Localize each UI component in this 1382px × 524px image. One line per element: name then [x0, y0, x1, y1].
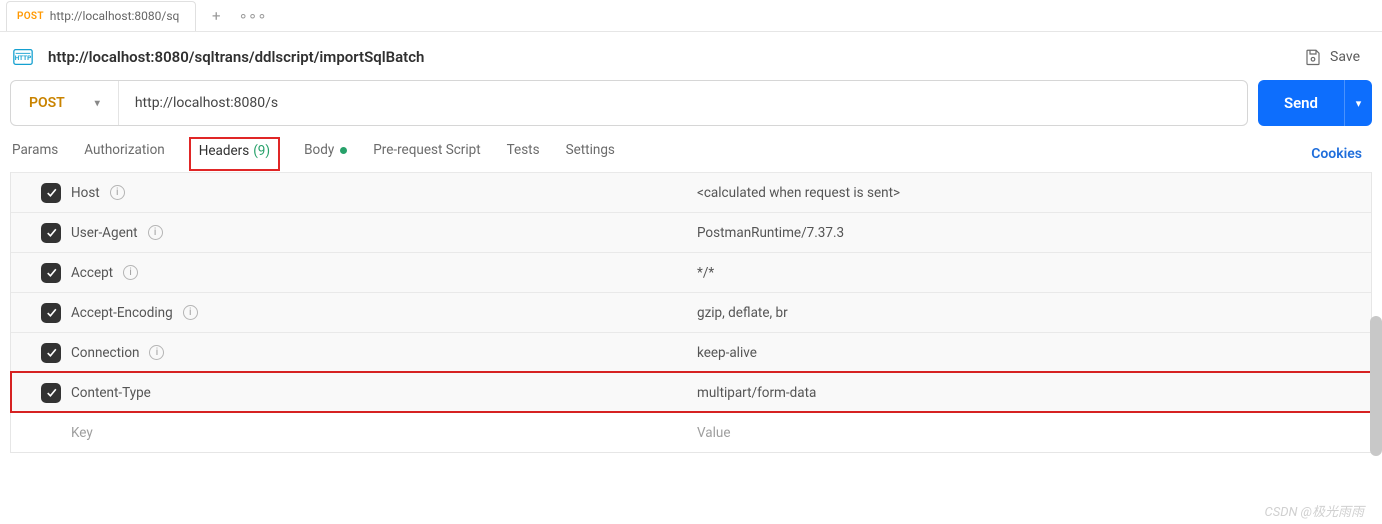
row-checkbox[interactable]	[41, 183, 61, 203]
header-key-label: Accept	[71, 265, 113, 281]
header-value-cell[interactable]: <calculated when request is sent>	[685, 185, 1371, 201]
tab-strip: POST http://localhost:8080/sq + ∘∘∘	[0, 0, 1382, 32]
request-tab[interactable]: POST http://localhost:8080/sq	[6, 1, 196, 31]
row-check-cell	[11, 183, 65, 203]
method-select[interactable]: POST ▾	[11, 81, 119, 125]
header-key-label: Content-Type	[71, 385, 151, 401]
page-title: http://localhost:8080/sqltrans/ddlscript…	[48, 48, 424, 66]
header-value-cell[interactable]: keep-alive	[685, 345, 1371, 361]
title-bar: HTTP http://localhost:8080/sqltrans/ddls…	[0, 32, 1382, 78]
header-value-cell[interactable]: gzip, deflate, br	[685, 305, 1371, 321]
header-key-cell[interactable]: Hosti	[65, 185, 685, 201]
header-value-label: gzip, deflate, br	[697, 305, 788, 321]
chevron-down-icon: ▾	[1356, 97, 1362, 110]
row-checkbox[interactable]	[41, 303, 61, 323]
info-icon[interactable]: i	[149, 345, 164, 360]
table-row[interactable]: Accepti */*	[11, 252, 1371, 292]
info-icon[interactable]: i	[123, 265, 138, 280]
table-row[interactable]: Accept-Encoding i gzip, deflate, br	[11, 292, 1371, 332]
headers-table: Hosti<calculated when request is sent>Us…	[10, 172, 1372, 453]
send-button[interactable]: Send	[1258, 80, 1344, 126]
row-check-cell	[11, 343, 65, 363]
save-label: Save	[1330, 49, 1360, 65]
header-key-cell[interactable]: Content-Type	[65, 385, 685, 401]
save-button[interactable]: Save	[1296, 44, 1368, 70]
info-icon[interactable]: i	[110, 185, 125, 200]
headers-count-badge: (9)	[253, 143, 270, 159]
header-key-cell[interactable]: Key	[65, 425, 685, 441]
header-key-label: Accept-Encoding	[71, 305, 173, 321]
table-row[interactable]: Content-Type multipart/form-data	[11, 372, 1371, 412]
table-row[interactable]: User-Agent i PostmanRuntime/7.37.3	[11, 212, 1371, 252]
row-check-cell	[11, 303, 65, 323]
tab-headers[interactable]: Headers (9)	[189, 137, 280, 171]
chevron-down-icon: ▾	[95, 98, 100, 109]
cookies-link[interactable]: Cookies	[1311, 146, 1372, 162]
header-key-cell[interactable]: Accepti	[65, 265, 685, 281]
tab-authorization[interactable]: Authorization	[82, 136, 166, 172]
row-check-cell	[11, 383, 65, 403]
tab-prerequest[interactable]: Pre-request Script	[371, 136, 482, 172]
url-input-wrap	[119, 81, 1247, 125]
header-key-label: Host	[71, 185, 100, 201]
header-key-placeholder: Key	[71, 425, 93, 441]
header-value-cell[interactable]: PostmanRuntime/7.37.3	[685, 225, 1371, 241]
header-key-cell[interactable]: Accept-Encoding i	[65, 305, 685, 321]
tab-tests[interactable]: Tests	[505, 136, 542, 172]
tab-options-icon[interactable]: ∘∘∘	[239, 7, 267, 25]
tab-url-label: http://localhost:8080/sq	[50, 9, 180, 23]
header-value-label: multipart/form-data	[697, 385, 816, 401]
request-row: POST ▾ Send ▾	[0, 80, 1382, 126]
header-value-cell[interactable]: Value	[685, 425, 1371, 441]
method-url-wrap: POST ▾	[10, 80, 1248, 126]
body-modified-dot-icon	[340, 147, 347, 154]
save-icon	[1304, 48, 1322, 66]
tab-params[interactable]: Params	[10, 136, 60, 172]
header-key-cell[interactable]: User-Agent i	[65, 225, 685, 241]
header-value-label: */*	[697, 265, 714, 281]
header-value-label: PostmanRuntime/7.37.3	[697, 225, 844, 241]
header-value-cell[interactable]: */*	[685, 265, 1371, 281]
row-checkbox[interactable]	[41, 223, 61, 243]
table-row-placeholder[interactable]: Key Value	[11, 412, 1371, 452]
send-button-group: Send ▾	[1258, 80, 1372, 126]
watermark: CSDN @极光雨雨	[1265, 501, 1365, 520]
row-checkbox[interactable]	[41, 343, 61, 363]
info-icon[interactable]: i	[183, 305, 198, 320]
send-dropdown-button[interactable]: ▾	[1344, 80, 1372, 126]
tab-method-badge: POST	[17, 11, 44, 22]
header-key-cell[interactable]: Connection i	[65, 345, 685, 361]
scrollbar-thumb[interactable]	[1370, 316, 1382, 456]
subtab-row: Params Authorization Headers (9) Body Pr…	[0, 126, 1382, 172]
new-tab-icon[interactable]: +	[212, 7, 221, 25]
info-icon[interactable]: i	[148, 225, 163, 240]
svg-text:HTTP: HTTP	[15, 54, 32, 62]
row-check-cell	[11, 223, 65, 243]
http-icon: HTTP	[10, 44, 36, 70]
tab-body-label: Body	[304, 142, 334, 158]
header-key-label: User-Agent	[71, 225, 138, 241]
header-value-cell[interactable]: multipart/form-data	[685, 385, 1371, 401]
tab-actions: + ∘∘∘	[212, 7, 267, 25]
header-value-label: <calculated when request is sent>	[697, 185, 900, 201]
url-input[interactable]	[135, 95, 1231, 111]
tab-headers-label: Headers	[199, 143, 249, 159]
row-checkbox[interactable]	[41, 383, 61, 403]
table-row[interactable]: Hosti <calculated when request is sent>	[11, 172, 1371, 212]
row-check-cell	[11, 263, 65, 283]
tab-body[interactable]: Body	[302, 136, 349, 172]
header-value-placeholder: Value	[697, 425, 731, 441]
header-value-label: keep-alive	[697, 345, 757, 361]
method-label: POST	[29, 95, 65, 111]
header-key-label: Connection	[71, 345, 139, 361]
tab-settings[interactable]: Settings	[564, 136, 617, 172]
table-row[interactable]: Connection i keep-alive	[11, 332, 1371, 372]
row-checkbox[interactable]	[41, 263, 61, 283]
